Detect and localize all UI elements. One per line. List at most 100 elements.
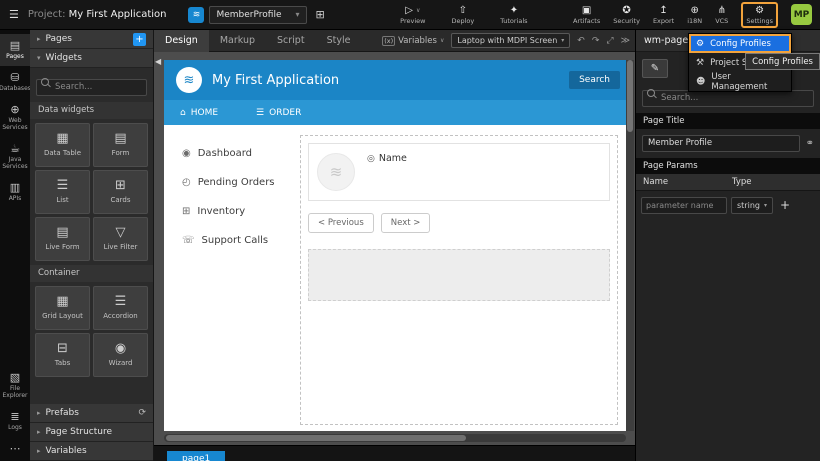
vcs-button[interactable]: ⋔ VCS <box>715 5 728 25</box>
preview-label: Preview <box>400 17 425 25</box>
tabs-icon: ⊟ <box>57 342 68 356</box>
page-select[interactable]: MemberProfile ▾ <box>209 6 306 24</box>
list-widget-container[interactable]: ≋ ◎ Name < Previous Next > <box>300 135 618 425</box>
add-param-button[interactable]: + <box>780 198 790 212</box>
sidenav-item-inventory[interactable]: ⊞ Inventory <box>164 197 298 226</box>
variables-section-header[interactable]: ▸ Variables <box>30 442 153 461</box>
breadcrumb: wm-page <box>644 35 688 46</box>
avatar: ≋ <box>317 153 355 191</box>
sidebar-item-logs[interactable]: ≣ Logs <box>0 405 30 437</box>
artifacts-button[interactable]: ▣ Artifacts <box>573 5 600 25</box>
menu-item-user-management[interactable]: ☻ User Management <box>689 72 791 91</box>
tutorials-label: Tutorials <box>500 17 527 25</box>
horizontal-scrollbar-thumb[interactable] <box>166 435 466 441</box>
i18n-button[interactable]: ⊕ i18N <box>687 5 702 25</box>
expand-icon[interactable]: ⤢ <box>606 36 613 46</box>
param-name-input[interactable] <box>641 197 727 214</box>
page-tab-page1[interactable]: page1 <box>167 451 225 461</box>
redo-icon[interactable]: ↷ <box>592 36 600 46</box>
page-params-section-label: Page Params <box>636 158 820 174</box>
user-avatar[interactable]: MP <box>791 4 812 25</box>
chevron-down-icon: ▾ <box>764 202 767 209</box>
config-profiles-label: Config Profiles <box>710 39 771 49</box>
pencil-icon: ✎ <box>651 63 659 74</box>
widget-tile-tabs[interactable]: ⊟ Tabs <box>35 333 90 377</box>
vertical-scrollbar-thumb[interactable] <box>627 60 633 132</box>
variables-dropdown-button[interactable]: (x) Variables ∨ <box>382 36 444 46</box>
widget-tile-list[interactable]: ☰ List <box>35 170 90 214</box>
settings-button[interactable]: ⚙ Settings <box>741 2 778 28</box>
app-search-button[interactable]: Search <box>569 71 620 89</box>
sidenav-item-support-calls[interactable]: ☏ Support Calls <box>164 226 298 255</box>
tab-markup[interactable]: Markup <box>209 30 266 52</box>
bind-link-icon[interactable]: ⚭ <box>806 138 814 149</box>
export-icon: ↥ <box>659 5 667 16</box>
refresh-icon[interactable]: ⟳ <box>138 408 146 418</box>
widgets-section-header[interactable]: ▾ Widgets <box>30 49 153 68</box>
undo-icon[interactable]: ↶ <box>577 36 585 46</box>
widget-tile-accordion[interactable]: ☰ Accordion <box>93 286 148 330</box>
widget-tile-live-form[interactable]: ▤ Live Form <box>35 217 90 261</box>
nav-item-order[interactable]: ☰ ORDER <box>256 108 301 118</box>
home-icon: ⌂ <box>180 108 186 118</box>
collapse-left-panel-icon[interactable]: ◀ <box>155 57 161 66</box>
canvas-page-preview[interactable]: ≋ My First Application Search ⌂ HOME ☰ O… <box>164 60 626 431</box>
dashboard-grid-icon[interactable]: ⊞ <box>316 8 325 21</box>
vertical-scrollbar[interactable] <box>626 60 634 431</box>
sidebar-item-databases[interactable]: ⛁ Databases <box>0 66 30 98</box>
page-title-input[interactable] <box>642 135 800 152</box>
add-page-button[interactable]: + <box>133 33 146 46</box>
design-canvas: ◀ ≋ My First Application Search ⌂ HOME ☰… <box>154 52 635 445</box>
security-label: Security <box>613 17 640 25</box>
sidenav-item-dashboard[interactable]: ◉ Dashboard <box>164 139 298 168</box>
tutorials-icon: ✦ <box>510 5 518 16</box>
export-button[interactable]: ↥ Export <box>653 5 674 25</box>
device-select[interactable]: Laptop with MDPI Screen ▾ <box>451 33 570 48</box>
sidebar-item-pages[interactable]: ▤ Pages <box>0 34 30 66</box>
widget-search-input[interactable] <box>36 79 147 96</box>
param-type-select[interactable]: string ▾ <box>731 197 773 214</box>
next-button[interactable]: Next > <box>381 213 431 233</box>
empty-container[interactable] <box>308 249 610 301</box>
left-panel-bottom-sections: ▸ Prefabs ⟳ ▸ Page Structure ▸ Variables <box>30 404 153 461</box>
more-options-button[interactable]: ⋯ <box>0 437 30 461</box>
user-management-label: User Management <box>711 72 784 92</box>
widget-search-wrap <box>30 68 153 102</box>
sidebar-item-web-services[interactable]: ⊕ Web Services <box>0 98 30 137</box>
pages-section-header[interactable]: ▸ Pages + <box>30 30 153 49</box>
sidebar-item-java-services[interactable]: ☕ Java Services <box>0 137 30 176</box>
prefabs-section-header[interactable]: ▸ Prefabs ⟳ <box>30 404 153 423</box>
app-logo-icon: ≋ <box>188 7 204 23</box>
properties-search-input[interactable] <box>642 90 814 107</box>
menu-icon[interactable]: ☰ <box>9 8 19 21</box>
tab-design[interactable]: Design <box>154 30 209 52</box>
widget-tile-data-table[interactable]: ▦ Data Table <box>35 123 90 167</box>
sidenav-item-pending-orders[interactable]: ◴ Pending Orders <box>164 168 298 197</box>
collapse-panel-icon[interactable]: ≫ <box>621 36 630 46</box>
widget-tile-live-filter[interactable]: ▽ Live Filter <box>93 217 148 261</box>
page-structure-section-header[interactable]: ▸ Page Structure <box>30 423 153 442</box>
widget-tile-form[interactable]: ▤ Form <box>93 123 148 167</box>
security-button[interactable]: ✪ Security <box>613 5 640 25</box>
tab-style[interactable]: Style <box>316 30 362 52</box>
widget-tile-wizard[interactable]: ◉ Wizard <box>93 333 148 377</box>
tab-script[interactable]: Script <box>266 30 316 52</box>
nav-item-home[interactable]: ⌂ HOME <box>180 108 218 118</box>
globe-icon: ⊕ <box>691 5 699 16</box>
menu-item-config-profiles[interactable]: ⚙ Config Profiles <box>689 34 791 53</box>
sidebar-item-file-explorer[interactable]: ▧ File Explorer <box>0 366 30 405</box>
horizontal-scrollbar[interactable] <box>164 434 626 442</box>
widget-tile-cards[interactable]: ⊞ Cards <box>93 170 148 214</box>
tutorials-button[interactable]: ✦ Tutorials <box>500 5 527 25</box>
sidebar-item-apis[interactable]: ▥ APIs <box>0 176 30 208</box>
widget-tile-grid-layout[interactable]: ▦ Grid Layout <box>35 286 90 330</box>
previous-button[interactable]: < Previous <box>308 213 374 233</box>
deploy-button[interactable]: ⇧ Deploy <box>451 5 474 25</box>
member-card[interactable]: ≋ ◎ Name <box>308 143 610 201</box>
preview-button[interactable]: ▷ ∨ Preview <box>400 5 425 25</box>
widget-tile-label: Live Filter <box>104 243 138 251</box>
logs-label: Logs <box>8 424 22 431</box>
widget-tile-label: Grid Layout <box>42 312 83 320</box>
i18n-label: i18N <box>687 17 702 25</box>
edit-tab[interactable]: ✎ <box>642 59 668 78</box>
